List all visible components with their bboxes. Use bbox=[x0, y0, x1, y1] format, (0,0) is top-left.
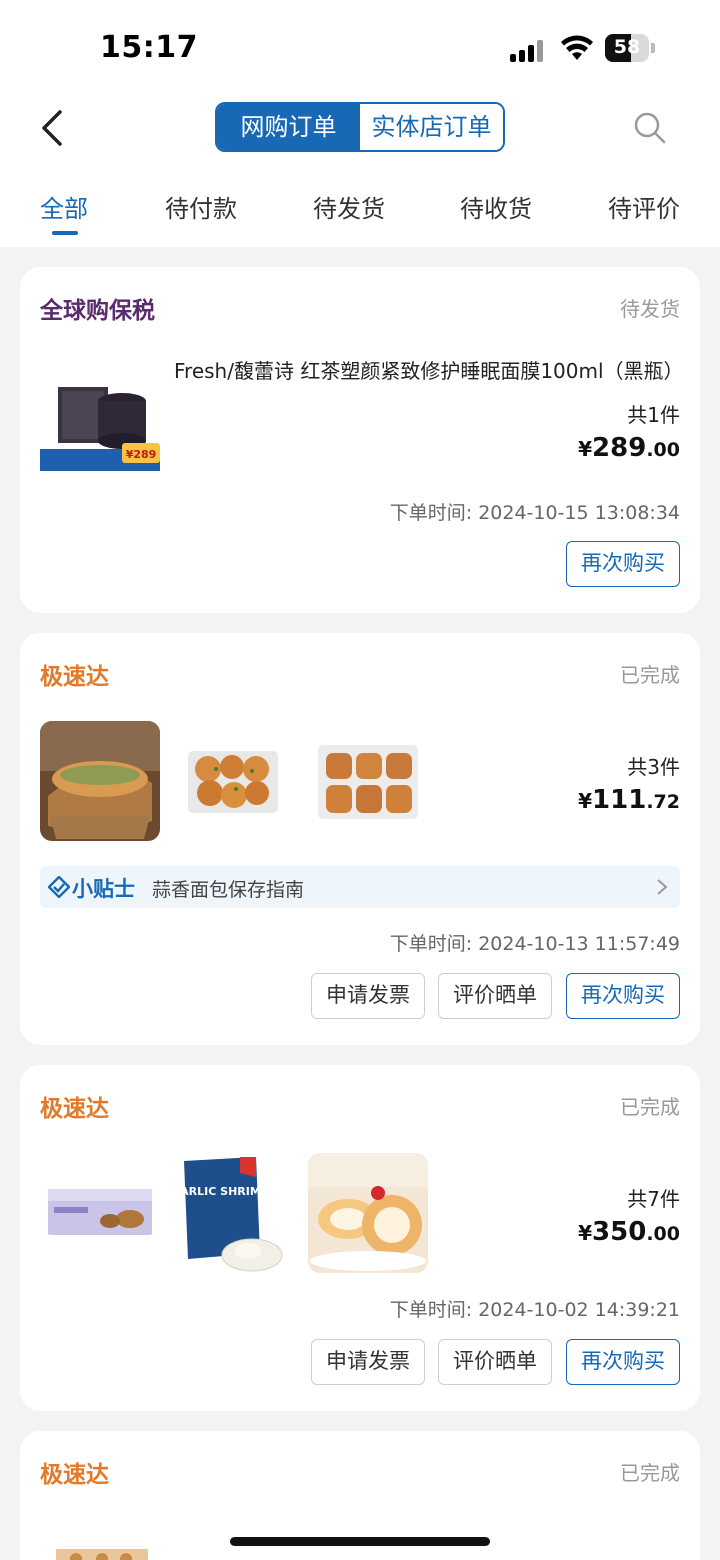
order-card[interactable]: 极速达 已完成 共3件 ¥111.72 小贴士 蒜香面包保存指南 下单时间: 2… bbox=[20, 633, 700, 1045]
order-card[interactable]: 极速达 已完成 GARLIC SHRIMP 共7件 ¥350.00 下单时间: … bbox=[20, 1065, 700, 1411]
tip-banner[interactable]: 小贴士 蒜香面包保存指南 bbox=[40, 866, 680, 908]
rebuy-button[interactable]: 再次购买 bbox=[566, 1339, 680, 1385]
search-icon[interactable] bbox=[632, 110, 668, 146]
product-image[interactable]: ¥289 bbox=[40, 377, 160, 477]
diamond-check-icon bbox=[48, 876, 70, 898]
store-name: 极速达 bbox=[40, 664, 109, 690]
product-image[interactable] bbox=[316, 743, 420, 821]
status-time: 15:17 bbox=[100, 30, 198, 65]
segment-store-orders[interactable]: 实体店订单 bbox=[360, 104, 503, 150]
order-price: ¥350.00 bbox=[578, 1217, 680, 1247]
order-price: ¥111.72 bbox=[578, 785, 680, 815]
tab-pending-payment[interactable]: 待付款 bbox=[165, 189, 237, 224]
invoice-button[interactable]: 申请发票 bbox=[311, 1339, 425, 1385]
order-status: 已完成 bbox=[620, 1095, 680, 1119]
product-image[interactable] bbox=[308, 1153, 428, 1273]
review-button[interactable]: 评价晒单 bbox=[438, 1339, 552, 1385]
tab-all[interactable]: 全部 bbox=[40, 189, 88, 224]
store-name: 极速达 bbox=[40, 1462, 109, 1488]
tip-label: 小贴士 bbox=[72, 877, 135, 901]
rebuy-button[interactable]: 再次购买 bbox=[566, 541, 680, 587]
rebuy-button[interactable]: 再次购买 bbox=[566, 973, 680, 1019]
battery-level: 58 bbox=[613, 36, 641, 58]
product-image[interactable] bbox=[186, 749, 280, 815]
order-time: 下单时间: 2024-10-15 13:08:34 bbox=[389, 502, 680, 524]
store-name: 全球购保税 bbox=[40, 298, 155, 324]
review-button[interactable]: 评价晒单 bbox=[438, 973, 552, 1019]
item-count: 共1件 bbox=[627, 403, 680, 427]
tip-text: 蒜香面包保存指南 bbox=[152, 879, 305, 901]
cellular-signal-icon bbox=[510, 38, 548, 62]
product-image[interactable] bbox=[48, 1189, 152, 1235]
order-card[interactable]: 全球购保税 待发货 ¥289 Fresh/馥蕾诗 红茶塑颜紧致修护睡眠面膜100… bbox=[20, 267, 700, 613]
nav-bar: 网购订单 实体店订单 bbox=[0, 92, 720, 167]
status-bar: 15:17 58 bbox=[0, 0, 720, 92]
item-count: 共7件 bbox=[627, 1187, 680, 1211]
segment-online-orders[interactable]: 网购订单 bbox=[217, 104, 360, 150]
order-time: 下单时间: 2024-10-02 14:39:21 bbox=[389, 1299, 680, 1321]
product-image[interactable] bbox=[40, 721, 160, 841]
order-price: ¥289.00 bbox=[578, 433, 680, 463]
order-time: 下单时间: 2024-10-13 11:57:49 bbox=[389, 933, 680, 955]
order-status: 已完成 bbox=[620, 663, 680, 687]
order-status-tabs: 全部 待付款 待发货 待收货 待评价 bbox=[0, 167, 720, 247]
home-indicator bbox=[230, 1537, 490, 1546]
order-type-switch: 网购订单 实体店订单 bbox=[215, 102, 505, 152]
active-tab-indicator bbox=[52, 231, 78, 235]
item-count: 共3件 bbox=[627, 755, 680, 779]
battery-icon: 58 bbox=[605, 34, 655, 62]
product-title: Fresh/馥蕾诗 红茶塑颜紧致修护睡眠面膜100ml（黑瓶） bbox=[174, 359, 684, 383]
tab-pending-receipt[interactable]: 待收货 bbox=[460, 189, 532, 224]
order-status: 已完成 bbox=[620, 1461, 680, 1485]
order-status: 待发货 bbox=[620, 297, 680, 321]
tab-pending-shipment[interactable]: 待发货 bbox=[313, 189, 385, 224]
thumb-price-badge: ¥289 bbox=[126, 448, 157, 461]
thumb-product-label: GARLIC SHRIMP bbox=[180, 1185, 269, 1198]
store-name: 极速达 bbox=[40, 1096, 109, 1122]
back-icon[interactable] bbox=[36, 108, 72, 148]
tab-pending-review[interactable]: 待评价 bbox=[608, 189, 680, 224]
wifi-icon bbox=[561, 35, 593, 60]
product-image[interactable]: GARLIC SHRIMP bbox=[180, 1155, 286, 1275]
product-image[interactable] bbox=[56, 1549, 148, 1560]
chevron-right-icon bbox=[657, 879, 668, 895]
invoice-button[interactable]: 申请发票 bbox=[311, 973, 425, 1019]
